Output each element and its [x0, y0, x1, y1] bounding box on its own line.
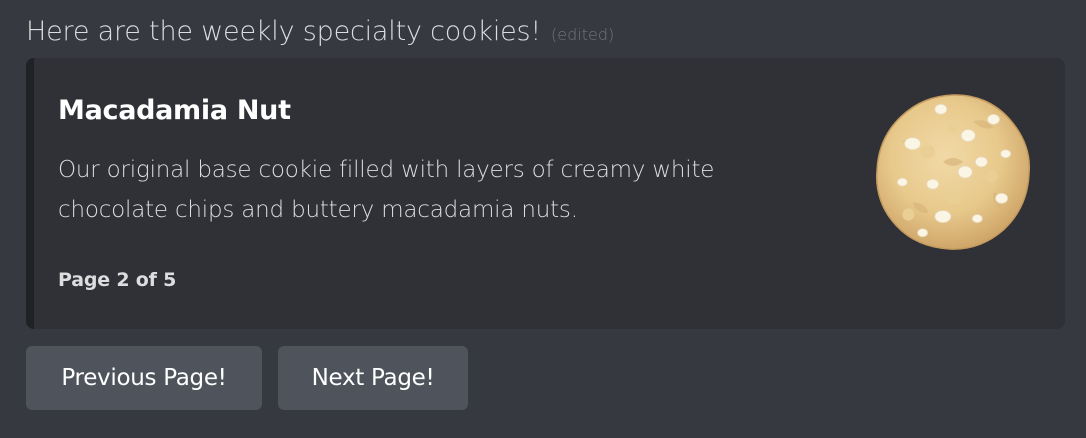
next-page-button[interactable]: Next Page!: [278, 346, 468, 410]
embed-footer: Page 2 of 5: [58, 269, 177, 291]
embed-description: Our original base cookie filled with lay…: [58, 157, 715, 223]
previous-page-button[interactable]: Previous Page!: [26, 346, 262, 410]
embed-title: Macadamia Nut: [58, 95, 291, 126]
message-text: Here are the weekly specialty cookies!: [26, 16, 542, 47]
message: Here are the weekly specialty cookies! (…: [26, 12, 614, 52]
chat-area: Here are the weekly specialty cookies! (…: [0, 0, 1086, 438]
embed-accent-bar: [26, 58, 34, 329]
edited-label: (edited): [551, 25, 615, 44]
cookie-image[interactable]: [872, 91, 1034, 253]
embed-card: Macadamia Nut Our original base cookie f…: [26, 58, 1065, 329]
